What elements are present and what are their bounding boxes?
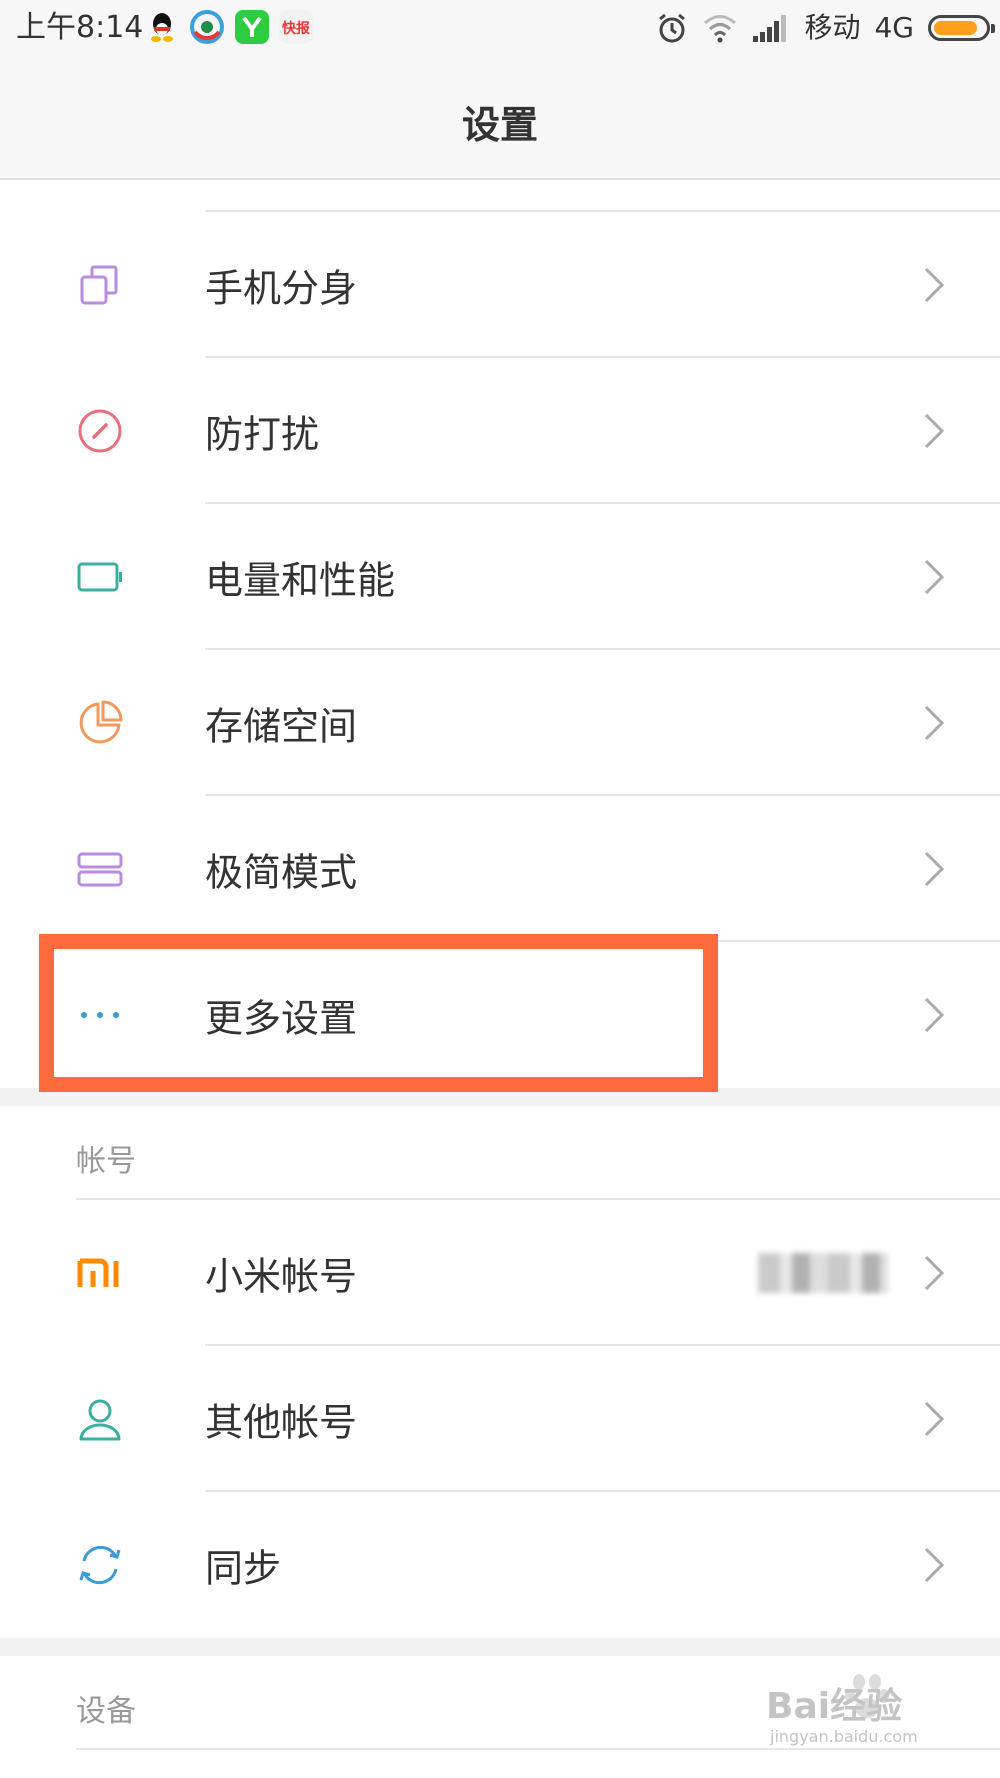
battery-level	[934, 21, 977, 35]
chevron-right-icon	[924, 705, 945, 741]
clone-icon	[80, 265, 118, 305]
account-item-other-accounts[interactable]: 其他帐号	[0, 1346, 1000, 1492]
chevron-right-icon	[924, 1401, 945, 1437]
annotation-highlight-box	[39, 934, 718, 1092]
settings-item-label: 手机分身	[205, 266, 358, 311]
status-bar: 上午8:14 快报 移动 4G	[0, 0, 1000, 56]
section-title: 帐号	[76, 1144, 136, 1179]
settings-item-label: 存储空间	[205, 704, 358, 749]
chevron-right-icon	[924, 997, 945, 1033]
account-item-sync[interactable]: 同步	[0, 1492, 1000, 1638]
mi-logo-icon	[77, 1258, 119, 1287]
page-title: 设置	[461, 103, 538, 147]
settings-item-simple-mode[interactable]: 极简模式	[0, 796, 1000, 942]
account-item-mi-account[interactable]: 小米帐号 ●●●●●	[0, 1200, 1000, 1346]
person-icon	[79, 1399, 121, 1441]
status-time: 上午8:14	[16, 10, 144, 45]
baidu-jingyan-watermark: Bai经验 jingyan.baidu.com	[766, 1674, 918, 1746]
network-type: 4G	[874, 11, 914, 44]
account-value-blurred: ●●●●●	[758, 1253, 888, 1293]
settings-item-label: 电量和性能	[205, 558, 396, 603]
section-gap	[0, 1638, 1000, 1656]
battery-icon	[77, 562, 122, 592]
alarm-icon	[659, 13, 686, 43]
watermark-text: Bai经验	[766, 1686, 902, 1727]
battery-icon	[928, 15, 995, 41]
chevron-right-icon	[924, 413, 945, 449]
do-not-disturb-icon	[78, 409, 122, 453]
title-bar: 设置	[0, 56, 1000, 180]
wifi-icon	[704, 15, 737, 43]
settings-item-label: 小米帐号	[205, 1254, 358, 1299]
settings-item-label: 极简模式	[205, 850, 358, 895]
section-title: 设备	[76, 1694, 136, 1729]
storage-pie-icon	[79, 700, 123, 744]
section-header-accounts: 帐号	[0, 1106, 1000, 1200]
settings-item-phone-clone[interactable]: 手机分身	[0, 212, 1000, 358]
green-app-icon	[235, 10, 269, 44]
settings-item-battery-performance[interactable]: 电量和性能	[0, 504, 1000, 650]
chevron-right-icon	[924, 559, 945, 595]
chevron-right-icon	[924, 851, 945, 887]
settings-item-label: 防打扰	[205, 412, 320, 457]
chevron-right-icon	[924, 1255, 945, 1291]
settings-item-label: 同步	[205, 1546, 282, 1591]
carrier-name: 移动	[804, 11, 861, 44]
chevron-right-icon	[924, 1547, 945, 1583]
accounts-group: 帐号 小米帐号 ●●●●● 其他帐号 同步	[0, 1106, 1000, 1638]
sync-icon	[79, 1545, 121, 1585]
news-app-icon: 快报	[279, 10, 313, 44]
chevron-right-icon	[924, 267, 945, 303]
qq-icon	[151, 13, 173, 42]
browser-icon	[190, 10, 224, 44]
signal-icon	[753, 15, 787, 42]
section-divider	[76, 1748, 1000, 1750]
watermark-subtext: jingyan.baidu.com	[769, 1727, 918, 1746]
simple-mode-icon	[77, 852, 123, 887]
settings-item-storage[interactable]: 存储空间	[0, 650, 1000, 796]
status-right: 移动 4G	[656, 8, 995, 48]
settings-item-do-not-disturb[interactable]: 防打扰	[0, 358, 1000, 504]
news-app-icon-text: 快报	[282, 20, 310, 37]
settings-item-label: 其他帐号	[205, 1400, 358, 1445]
